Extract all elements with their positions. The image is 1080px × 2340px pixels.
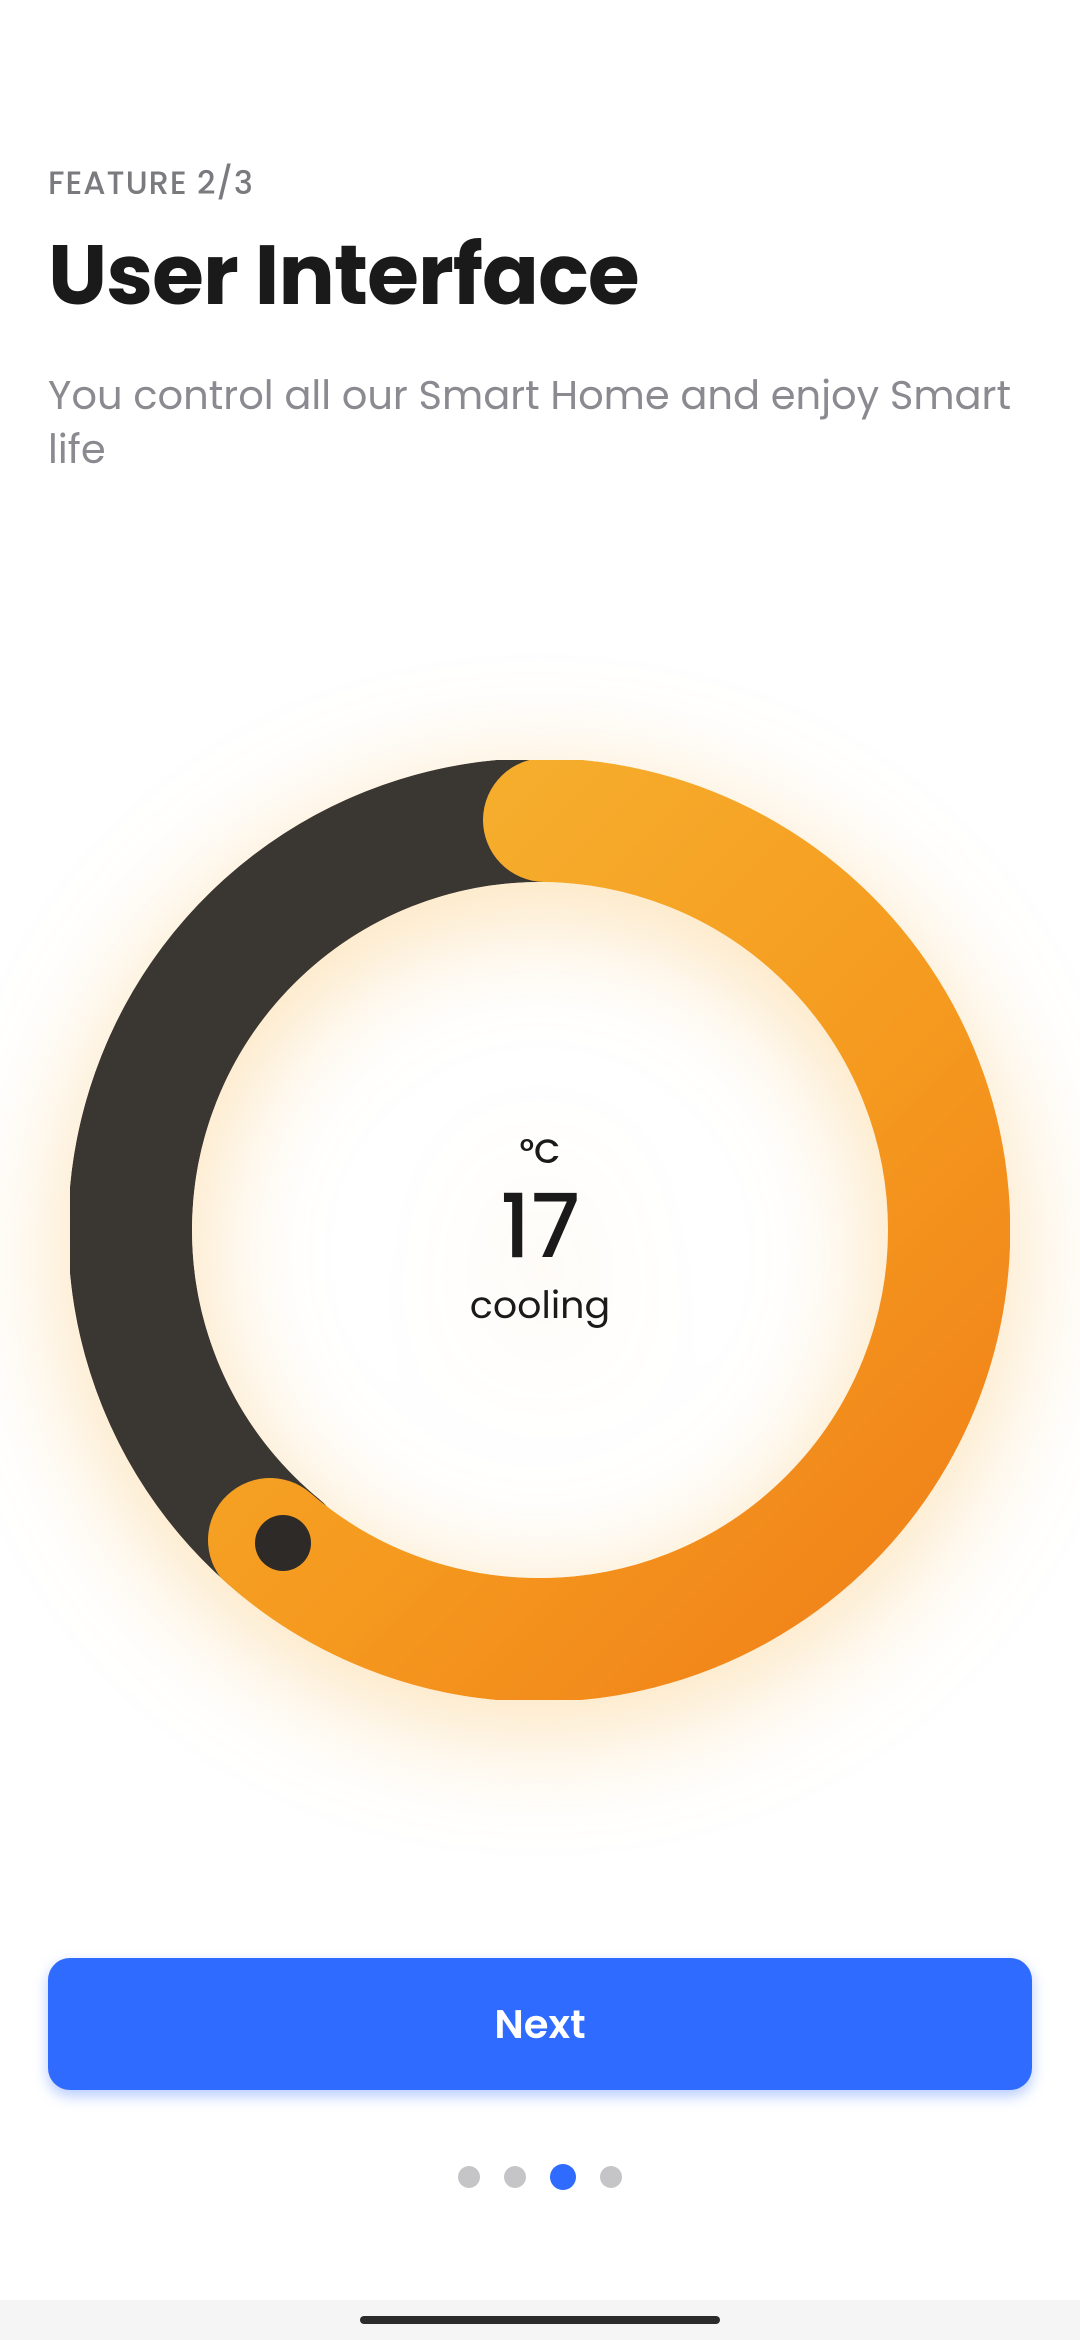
next-button[interactable]: Next — [48, 1958, 1032, 2090]
page-dot-1[interactable] — [458, 2166, 480, 2188]
feature-badge: FEATURE 2/3 — [48, 160, 1032, 208]
home-indicator — [360, 2316, 720, 2324]
page-subtitle: You control all our Smart Home and enjoy… — [48, 368, 1032, 476]
dial-handle[interactable] — [255, 1515, 311, 1571]
page-dot-3[interactable] — [550, 2164, 576, 2190]
temperature-value: 17 — [500, 1183, 580, 1271]
temperature-dial[interactable]: °C 17 cooling — [70, 760, 1010, 1700]
page-title: User Interface — [48, 232, 1032, 320]
dial-readout: °C 17 cooling — [470, 1126, 610, 1334]
page-dot-4[interactable] — [600, 2166, 622, 2188]
page-indicator — [0, 2166, 1080, 2190]
page-dot-2[interactable] — [504, 2166, 526, 2188]
temperature-mode: cooling — [470, 1277, 610, 1334]
